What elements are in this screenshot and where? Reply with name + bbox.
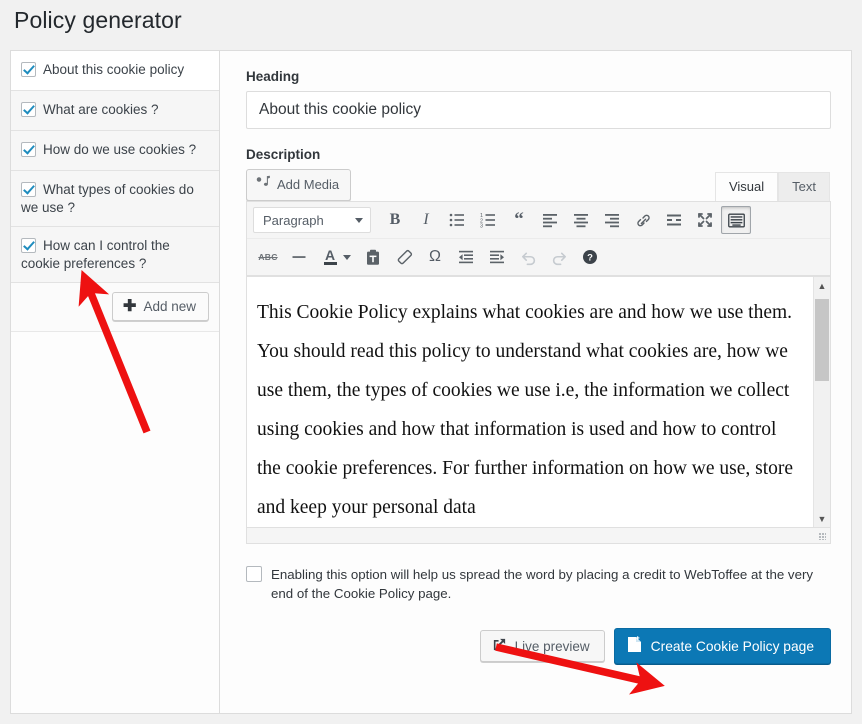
svg-text:3: 3: [480, 223, 483, 228]
topic-checkbox[interactable]: [21, 142, 36, 157]
svg-text:?: ?: [587, 253, 593, 264]
align-left-icon[interactable]: [535, 206, 565, 234]
editor-toolbar-row-1: Paragraph B I 1 2 3 “: [247, 202, 830, 239]
add-new-label: Add new: [143, 299, 196, 314]
policy-generator-page: Policy generator About this cookie polic…: [0, 0, 862, 724]
paste-as-text-icon[interactable]: [358, 243, 388, 271]
heading-input[interactable]: [246, 91, 831, 129]
webtoffee-credit-checkbox[interactable]: [246, 566, 262, 582]
sidebar-item-what-are-cookies[interactable]: What are cookies ?: [11, 91, 219, 131]
sidebar-item-about-this-cookie-policy[interactable]: About this cookie policy: [11, 51, 219, 91]
heading-label: Heading: [246, 69, 300, 84]
read-more-icon[interactable]: [659, 206, 689, 234]
numbered-list-icon[interactable]: 1 2 3: [473, 206, 503, 234]
topics-sidebar: About this cookie policy What are cookie…: [10, 50, 220, 714]
add-new-area: ✚ Add new: [11, 283, 219, 332]
webtoffee-credit-row: Enabling this option will help us spread…: [246, 565, 831, 603]
tab-visual[interactable]: Visual: [714, 172, 779, 202]
generator-frame: About this cookie policy What are cookie…: [10, 50, 852, 714]
scroll-up-icon[interactable]: ▲: [814, 277, 830, 294]
bold-icon[interactable]: B: [380, 206, 410, 234]
sidebar-item-what-types-of-cookies[interactable]: What types of cookies do we use ?: [11, 171, 219, 227]
align-center-icon[interactable]: [566, 206, 596, 234]
live-preview-button[interactable]: Live preview: [479, 630, 605, 662]
strikethrough-icon[interactable]: ABC: [253, 243, 283, 271]
webtoffee-credit-label: Enabling this option will help us spread…: [271, 567, 814, 601]
decrease-indent-icon[interactable]: [451, 243, 481, 271]
topic-checkbox[interactable]: [21, 238, 36, 253]
editor-resize-handle[interactable]: [247, 527, 830, 543]
redo-icon[interactable]: [544, 243, 574, 271]
add-new-button[interactable]: ✚ Add new: [112, 292, 209, 321]
undo-icon[interactable]: [513, 243, 543, 271]
tab-text[interactable]: Text: [778, 172, 830, 202]
help-icon[interactable]: ?: [575, 243, 605, 271]
live-preview-label: Live preview: [514, 638, 590, 654]
sidebar-item-label: About this cookie policy: [43, 62, 185, 77]
increase-indent-icon[interactable]: [482, 243, 512, 271]
align-right-icon[interactable]: [597, 206, 627, 234]
editor-panel: Heading Description Add Media Visual Tex…: [220, 50, 852, 714]
blockquote-icon[interactable]: “: [504, 206, 534, 234]
add-media-button[interactable]: Add Media: [246, 169, 352, 201]
sidebar-filler: [11, 332, 219, 632]
editor-content-area[interactable]: This Cookie Policy explains what cookies…: [247, 276, 830, 527]
new-page-icon: [627, 636, 642, 656]
editor-mode-tabs: Visual Text: [714, 172, 830, 202]
fullscreen-icon[interactable]: [690, 206, 720, 234]
special-character-icon[interactable]: Ω: [420, 243, 450, 271]
format-select[interactable]: Paragraph: [253, 207, 371, 233]
chevron-down-icon: [355, 217, 363, 223]
description-label: Description: [246, 147, 321, 162]
sidebar-item-how-can-i-control-preferences[interactable]: How can I control the cookie preferences…: [11, 227, 219, 283]
page-title: Policy generator: [14, 7, 182, 33]
topic-checkbox[interactable]: [21, 102, 36, 117]
sidebar-item-label: What types of cookies do we use ?: [21, 182, 194, 215]
topic-checkbox[interactable]: [21, 62, 36, 77]
sidebar-item-label: What are cookies ?: [43, 102, 159, 117]
media-icon: [256, 175, 271, 195]
sidebar-item-label: How do we use cookies ?: [43, 142, 197, 157]
link-icon[interactable]: [628, 206, 658, 234]
editor-toolbar-row-2: ABC A Ω ?: [247, 239, 830, 276]
action-buttons: Live preview Create Cookie Policy page: [246, 628, 831, 664]
add-media-label: Add Media: [277, 177, 340, 192]
format-select-value: Paragraph: [263, 212, 324, 228]
horizontal-rule-icon[interactable]: [284, 243, 314, 271]
italic-icon[interactable]: I: [411, 206, 441, 234]
bullet-list-icon[interactable]: [442, 206, 472, 234]
text-color-icon[interactable]: A: [315, 243, 345, 271]
media-and-tabs-row: Add Media Visual Text: [246, 169, 831, 202]
create-button-label: Create Cookie Policy page: [650, 638, 814, 654]
editor-scrollbar[interactable]: ▲ ▼: [813, 277, 830, 527]
create-cookie-policy-page-button[interactable]: Create Cookie Policy page: [613, 628, 831, 664]
text-color-dropdown-icon[interactable]: [343, 254, 351, 260]
sidebar-item-label: How can I control the cookie preferences…: [21, 238, 170, 271]
scrollbar-thumb[interactable]: [815, 299, 829, 381]
toolbar-toggle-icon[interactable]: [721, 206, 751, 234]
topic-checkbox[interactable]: [21, 182, 36, 197]
external-link-icon: [492, 637, 507, 655]
scroll-down-icon[interactable]: ▼: [814, 510, 830, 527]
editor-content-text: This Cookie Policy explains what cookies…: [257, 302, 794, 518]
tinymce-editor: Paragraph B I 1 2 3 “ ABC A Ω ? This Coo…: [246, 201, 831, 544]
sidebar-item-how-do-we-use-cookies[interactable]: How do we use cookies ?: [11, 131, 219, 171]
clear-formatting-icon[interactable]: [389, 243, 419, 271]
plus-icon: ✚: [123, 297, 137, 315]
